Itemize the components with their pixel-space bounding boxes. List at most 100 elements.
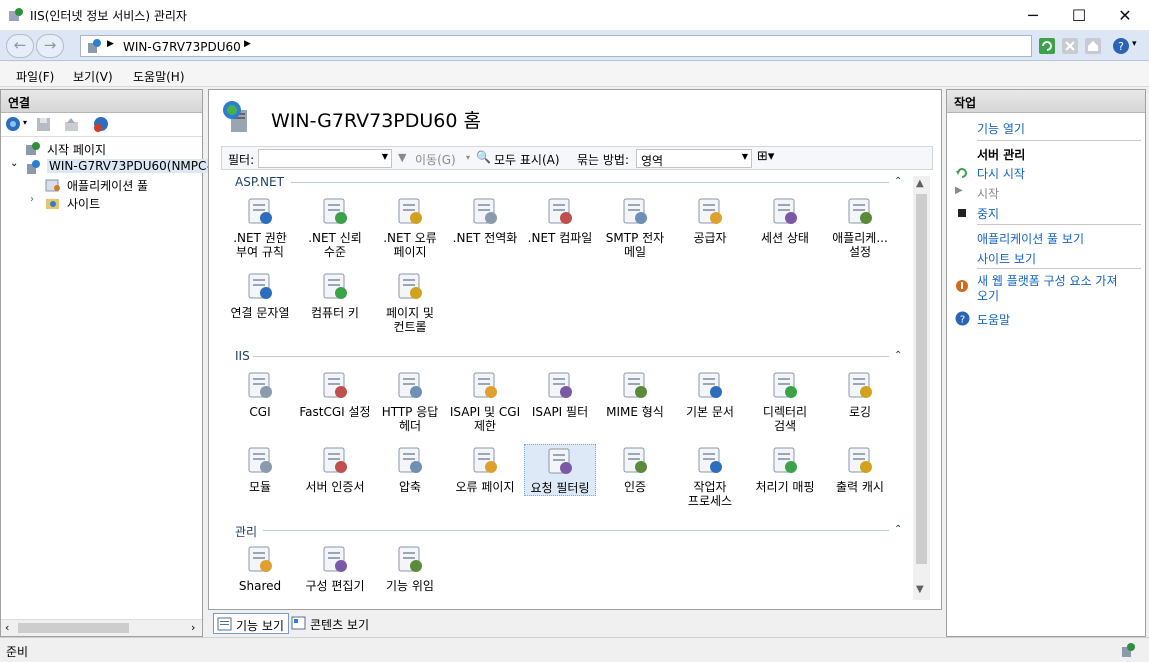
action-help[interactable]: 도움말 (977, 311, 1010, 328)
feature-tile[interactable]: 출력 캐시 (824, 444, 896, 494)
feature-label: .NET 권한 (233, 231, 287, 245)
web-platform-icon (956, 280, 968, 292)
feature-tile[interactable]: 작업자 프로세스 (674, 444, 746, 508)
feature-tile[interactable]: MIME 형식 (599, 369, 671, 419)
menu-file[interactable]: 파일(F) (16, 68, 54, 85)
feature-label: 기능 위임 (386, 579, 434, 593)
feature-tile[interactable]: Shared (224, 543, 296, 593)
tree-item-sites[interactable]: 사이트 (45, 194, 195, 212)
help-dropdown-icon[interactable]: ▾ (1132, 39, 1137, 49)
action-restart[interactable]: 다시 시작 (977, 165, 1025, 182)
content-view-tab[interactable]: 콘텐츠 보기 (288, 613, 373, 634)
feature-tile[interactable]: .NET 전역화 (449, 195, 521, 245)
svg-text:?: ? (1118, 40, 1124, 53)
group-divider (291, 182, 889, 183)
back-button[interactable]: ← (6, 34, 34, 58)
breadcrumb-server[interactable]: WIN-G7RV73PDU60 (123, 40, 241, 54)
stop-icon[interactable] (1061, 37, 1079, 55)
breadcrumb-arrow-icon[interactable]: ▶ (244, 39, 251, 49)
feature-tile[interactable]: CGI (224, 369, 296, 419)
feature-tile[interactable]: .NET 신뢰 수준 (299, 195, 371, 259)
action-view-sites[interactable]: 사이트 보기 (977, 250, 1036, 267)
feature-label: ISAPI 필터 (531, 405, 589, 419)
collapse-iis-icon[interactable]: ⌃ (894, 350, 902, 361)
feature-tile[interactable]: 공급자 (674, 195, 746, 245)
minimize-button[interactable]: ─ (1010, 0, 1056, 31)
feature-tile[interactable]: 구성 편집기 (299, 543, 371, 593)
up-icon[interactable] (63, 116, 80, 133)
feature-tile[interactable]: 컴퓨터 키 (299, 270, 371, 320)
tree-collapse-icon[interactable]: ⌄ (10, 158, 18, 169)
action-get-web-platform-cont[interactable]: 오기 (977, 287, 999, 304)
refresh-icon[interactable] (1038, 37, 1056, 55)
save-icon[interactable] (35, 116, 52, 133)
feature-tile[interactable]: 처리기 매핑 (749, 444, 821, 494)
feature-tile[interactable]: 인증 (599, 444, 671, 494)
feature-tile[interactable]: 세션 상태 (749, 195, 821, 245)
collapse-aspnet-icon[interactable]: ⌃ (894, 176, 902, 187)
feature-tile[interactable]: SMTP 전자 메일 (599, 195, 671, 259)
feature-view-tab[interactable]: 기능 보기 (213, 613, 289, 634)
feature-tile[interactable]: 압축 (374, 444, 446, 494)
feature-tile[interactable]: HTTP 응답 헤더 (374, 369, 446, 433)
scroll-down-icon[interactable]: ▼ (916, 584, 924, 595)
feature-icon (698, 198, 722, 224)
maximize-button[interactable]: ☐ (1056, 0, 1102, 31)
feature-tile[interactable]: 모듈 (224, 444, 296, 494)
feature-tile[interactable]: .NET 오류 페이지 (374, 195, 446, 259)
connect-icon[interactable] (5, 116, 22, 133)
feature-tile[interactable]: .NET 권한 부여 규칙 (224, 195, 296, 259)
scroll-left-icon[interactable]: ‹ (5, 621, 9, 634)
menu-help[interactable]: 도움말(H) (133, 68, 185, 85)
feature-tile[interactable]: 디렉터리 검색 (749, 369, 821, 433)
feature-label: 애플리케... (832, 231, 888, 245)
action-open-feature[interactable]: 기능 열기 (977, 120, 1025, 137)
scroll-right-icon[interactable]: › (191, 621, 195, 634)
tree-item-server[interactable]: WIN-G7RV73PDU60(NMPC# (25, 158, 219, 176)
go-button[interactable]: 이동(G) (415, 151, 456, 168)
action-start[interactable]: 시작 (977, 185, 999, 202)
feature-tile[interactable]: 요청 필터링 (524, 444, 596, 496)
feature-tile[interactable]: 페이지 및 컨트롤 (374, 270, 446, 334)
view-mode-icon[interactable]: ⊞▾ (757, 149, 774, 164)
connections-hscrollbar[interactable]: ‹ › (1, 619, 202, 636)
disconnect-icon[interactable] (93, 116, 110, 133)
feature-icon (548, 198, 572, 224)
tree-item-app-pools[interactable]: 애플리케이션 풀 (45, 176, 195, 194)
help-icon[interactable]: ? (1112, 37, 1130, 55)
scroll-up-icon[interactable]: ▲ (916, 178, 924, 189)
feature-tile[interactable]: 기본 문서 (674, 369, 746, 419)
menu-view[interactable]: 보기(V) (73, 68, 113, 85)
group-by-select[interactable]: 영역 ▼ (636, 149, 752, 168)
scroll-thumb[interactable] (18, 623, 129, 633)
filter-input[interactable]: ▼ (258, 149, 392, 168)
features-vscrollbar[interactable]: ▲ ▼ (913, 176, 930, 600)
feature-tile[interactable]: 기능 위임 (374, 543, 446, 593)
address-field[interactable]: ▶ WIN-G7RV73PDU60 ▶ (80, 35, 1032, 57)
tree-expand-icon[interactable]: › (30, 194, 34, 205)
scroll-thumb[interactable] (916, 194, 927, 564)
divider (977, 224, 1141, 225)
go-dropdown-icon[interactable]: ▾ (466, 153, 470, 162)
connect-dropdown-icon[interactable]: ▾ (23, 118, 27, 127)
forward-button[interactable]: → (36, 34, 64, 58)
feature-tile[interactable]: 애플리케... 설정 (824, 195, 896, 259)
home-icon[interactable] (1084, 37, 1102, 55)
feature-tile[interactable]: .NET 컴파일 (524, 195, 596, 245)
action-stop[interactable]: 중지 (977, 205, 999, 222)
tree-item-start-page[interactable]: 시작 페이지 (25, 140, 195, 158)
feature-tile[interactable]: ISAPI 필터 (524, 369, 596, 419)
feature-tile[interactable]: 로깅 (824, 369, 896, 419)
feature-tile[interactable]: 서버 인증서 (299, 444, 371, 494)
feature-tile[interactable]: FastCGI 설정 (299, 369, 371, 419)
feature-tile[interactable]: ISAPI 및 CGI 제한 (449, 369, 521, 433)
feature-icon (848, 372, 872, 398)
show-all-button[interactable]: 모두 표시(A) (494, 151, 560, 168)
collapse-management-icon[interactable]: ⌃ (894, 524, 902, 535)
close-button[interactable]: ✕ (1102, 0, 1148, 31)
action-view-app-pools[interactable]: 애플리케이션 풀 보기 (977, 230, 1084, 247)
feature-tile[interactable]: 오류 페이지 (449, 444, 521, 494)
feature-icon (248, 372, 272, 398)
feature-label: 페이지 및 (386, 306, 434, 320)
feature-tile[interactable]: 연결 문자열 (224, 270, 296, 320)
